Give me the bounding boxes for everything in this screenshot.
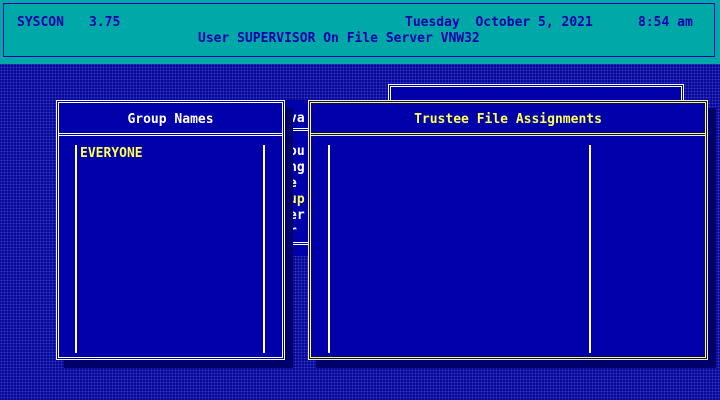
header-time: 8:54 am [638,15,693,30]
trustee-file-list[interactable] [331,145,587,353]
trustee-file-assignments-window: Trustee File Assignments [308,100,708,360]
app-version: 3.75 [89,15,121,30]
background-window-divider [287,128,309,131]
list-right-border [263,145,265,353]
group-names-window: Group Names EVERYONE [56,100,285,360]
trustee-list-right-border [589,145,591,353]
group-names-title-divider [59,133,282,136]
fragment-text: ou [289,144,305,159]
user-server-line: User SUPERVISOR On File Server VNW32 [198,31,480,46]
trustee-list-left-border [328,145,330,353]
fragment-text: r [289,224,297,239]
fragment-text: ng [289,160,305,175]
app-name: SYSCON [17,15,64,30]
fragment-text: va [289,111,305,126]
list-item-everyone[interactable]: EVERYONE [80,146,143,162]
trustee-file-assignments-title: Trustee File Assignments [414,112,602,127]
header-bar: SYSCON 3.75 Tuesday October 5, 2021 8:54… [0,0,720,64]
fragment-text: er [289,208,305,223]
list-left-border [75,145,77,353]
fragment-text: up [289,192,305,207]
group-names-title: Group Names [127,112,214,127]
header-date: Tuesday October 5, 2021 [405,15,593,30]
background-window-bottom-line [287,242,309,245]
fragment-text: e [289,176,297,191]
trustee-title-divider [311,133,705,136]
